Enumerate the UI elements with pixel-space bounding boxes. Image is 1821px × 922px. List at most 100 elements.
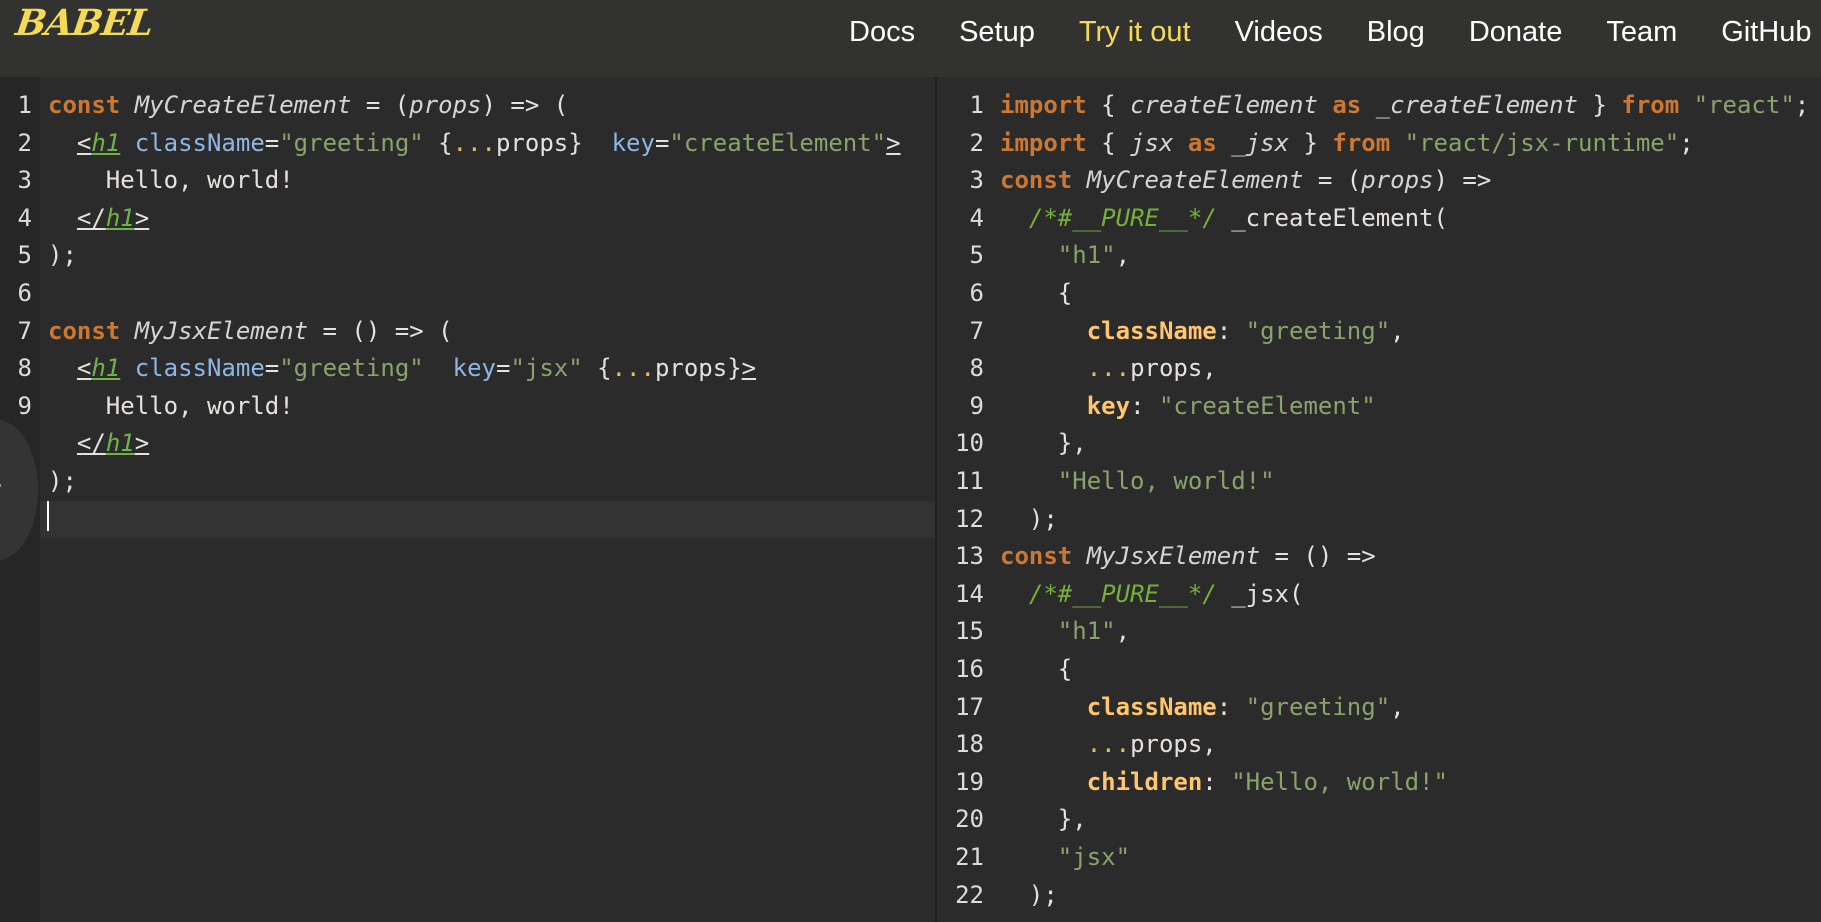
code-line[interactable]: children: "Hello, world!" xyxy=(992,764,1821,802)
code-token: key xyxy=(1086,391,1131,420)
code-line[interactable]: </h1> xyxy=(40,200,935,238)
code-line[interactable] xyxy=(992,914,1821,922)
nav-videos[interactable]: Videos xyxy=(1235,16,1323,49)
code-line-text: key: "createElement" xyxy=(992,392,1376,420)
line-number: 13 xyxy=(955,542,984,571)
babel-logo[interactable]: BABEL xyxy=(13,2,155,44)
code-line-text: }, xyxy=(992,429,1087,457)
nav-team[interactable]: Team xyxy=(1606,16,1677,49)
code-token: : xyxy=(1130,391,1159,420)
code-line[interactable]: ...props, xyxy=(992,726,1821,764)
line-number: 16 xyxy=(955,655,984,683)
code-line[interactable]: className: "greeting", xyxy=(992,689,1821,727)
nav-try-it-out[interactable]: Try it out xyxy=(1079,16,1191,49)
line-number: 11 xyxy=(955,467,984,495)
line-number: 3 xyxy=(17,166,32,195)
code-token: { xyxy=(1000,655,1073,683)
code-line[interactable] xyxy=(40,275,935,313)
code-line[interactable]: Hello, world! xyxy=(40,388,935,426)
line-number: 21 xyxy=(955,843,984,871)
input-editor[interactable]: 123456789 const MyCreateElement = (props… xyxy=(0,77,935,922)
code-token: key xyxy=(452,354,496,383)
code-line[interactable]: const MyJsxElement = () => ( xyxy=(40,313,935,351)
code-token: , xyxy=(1115,241,1131,270)
line-number: 9 xyxy=(17,391,32,420)
code-token: "createElement" xyxy=(1158,391,1376,420)
code-line[interactable]: ...props, xyxy=(992,350,1821,388)
code-line[interactable]: /*#__PURE__*/ _createElement( xyxy=(992,200,1821,238)
code-line-text: ...props, xyxy=(992,730,1217,758)
code-token: className xyxy=(134,128,265,157)
code-line[interactable]: ); xyxy=(992,877,1821,915)
code-line-text: /*#__PURE__*/ _jsx( xyxy=(992,580,1304,608)
code-line[interactable]: "Hello, world!" xyxy=(992,463,1821,501)
line-number: 9 xyxy=(969,391,984,420)
code-token: : xyxy=(1202,767,1232,796)
line-number: 22 xyxy=(955,880,984,909)
code-line[interactable]: ); xyxy=(40,237,935,275)
code-line-text: { xyxy=(992,655,1072,683)
code-line-text: "h1", xyxy=(992,617,1130,645)
code-line[interactable]: <h1 className="greeting" key="jsx" {...p… xyxy=(40,350,935,388)
code-line[interactable]: <h1 className="greeting" {...props} key=… xyxy=(40,125,935,163)
code-line[interactable]: const MyCreateElement = (props) => ( xyxy=(40,87,935,125)
code-line[interactable] xyxy=(40,500,935,539)
code-token: > xyxy=(741,354,757,383)
code-line[interactable]: /*#__PURE__*/ _jsx( xyxy=(992,576,1821,614)
line-number: 5 xyxy=(969,241,984,270)
code-line[interactable]: "h1", xyxy=(992,613,1821,651)
input-code-area[interactable]: const MyCreateElement = (props) => ( <h1… xyxy=(40,77,935,922)
code-token: ; xyxy=(1679,128,1694,157)
code-line[interactable]: }, xyxy=(992,801,1821,839)
code-token: "react/jsx-runtime" xyxy=(1404,128,1680,157)
code-token: = ( xyxy=(351,91,410,119)
code-line[interactable]: const MyCreateElement = (props) => xyxy=(992,162,1821,200)
nav-setup[interactable]: Setup xyxy=(959,16,1035,49)
code-line-text: /*#__PURE__*/ _createElement( xyxy=(992,204,1448,232)
code-line[interactable]: { xyxy=(992,275,1821,313)
code-line-text: import { createElement as _createElement… xyxy=(992,91,1809,119)
nav-donate[interactable]: Donate xyxy=(1469,16,1563,49)
chevron-right-icon[interactable]: › xyxy=(0,475,16,497)
code-token: "greeting" xyxy=(1245,316,1391,345)
code-line[interactable]: "h1", xyxy=(992,237,1821,275)
code-line[interactable]: { xyxy=(992,651,1821,689)
code-line[interactable]: }, xyxy=(992,425,1821,463)
code-token: import xyxy=(1000,91,1087,119)
code-line[interactable]: ); xyxy=(992,501,1821,539)
line-number: 20 xyxy=(955,805,984,834)
nav-github[interactable]: GitHub xyxy=(1721,16,1811,49)
code-line[interactable]: const MyJsxElement = () => xyxy=(992,538,1821,576)
code-token: = () => ( xyxy=(308,316,453,345)
code-token: as xyxy=(1187,128,1217,157)
output-editor[interactable]: 1234567891011121314151617181920212223 im… xyxy=(937,77,1821,922)
code-token: h1 xyxy=(105,203,135,232)
code-line[interactable]: import { jsx as _jsx } from "react/jsx-r… xyxy=(992,125,1821,163)
code-token: const xyxy=(48,316,121,345)
code-line[interactable]: </h1> xyxy=(40,425,935,463)
code-line-text: const MyJsxElement = () => ( xyxy=(40,317,453,345)
code-line[interactable]: Hello, world! xyxy=(40,162,935,200)
top-navbar: BABEL Docs Setup Try it out Videos Blog … xyxy=(0,0,1821,77)
code-line[interactable]: import { createElement as _createElement… xyxy=(992,87,1821,125)
code-line[interactable]: className: "greeting", xyxy=(992,313,1821,351)
code-line[interactable]: key: "createElement" xyxy=(992,388,1821,426)
nav-blog[interactable]: Blog xyxy=(1367,16,1425,49)
code-token: } xyxy=(1578,91,1622,119)
code-line-text: }, xyxy=(992,805,1087,833)
code-token: { xyxy=(423,128,453,157)
code-line[interactable]: "jsx" xyxy=(992,839,1821,877)
output-code-area[interactable]: import { createElement as _createElement… xyxy=(992,77,1821,922)
nav-docs[interactable]: Docs xyxy=(849,16,915,49)
code-token: props xyxy=(409,91,482,119)
code-token: "Hello, world!" xyxy=(1231,767,1448,796)
code-line[interactable]: ); xyxy=(40,463,935,501)
code-token: "greeting" xyxy=(1245,692,1391,721)
